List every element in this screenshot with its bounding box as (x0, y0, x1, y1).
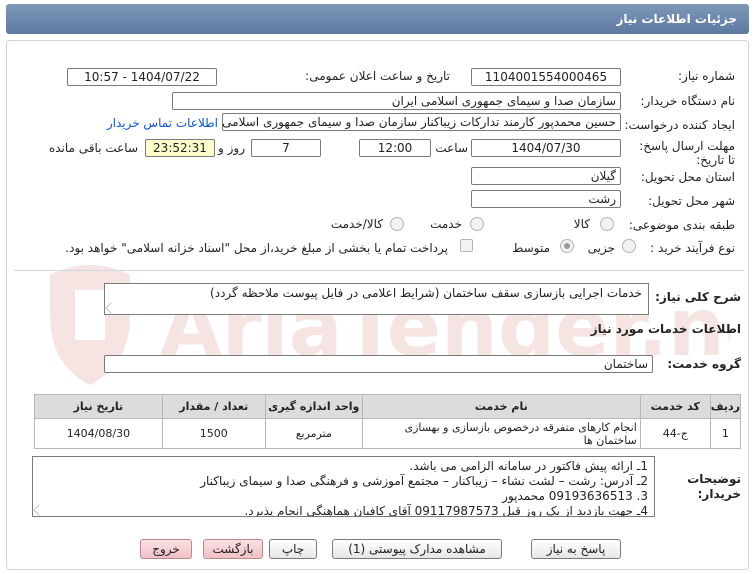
category-label: طبقه بندی موضوعی: (628, 218, 735, 232)
deadline-time-field: 12:00 (359, 139, 431, 157)
city-field: رشت (471, 190, 621, 208)
cell-need-date: 1404/08/30 (34, 418, 163, 449)
buyer-note-line: 4ـ جهت بازدید از یک روز قبل 09117987573 … (244, 504, 648, 517)
divider (14, 270, 744, 271)
buyer-org-field: سازمان صدا و سیمای جمهوری اسلامی ایران (172, 92, 621, 110)
buyer-notes-label: توضیحات خریدار: (687, 472, 741, 501)
deadline-time-label: ساعت (435, 141, 468, 155)
back-button[interactable]: بازگشت (203, 539, 263, 559)
days-field: 7 (251, 139, 321, 157)
treasury-checkbox[interactable] (460, 239, 473, 252)
creator-label: ایجاد کننده درخواست: (624, 118, 735, 132)
creator-field: حسین محمدپور کارمند تدارکات زیباکنار ساز… (222, 113, 621, 131)
process-radio-minor[interactable] (622, 239, 636, 253)
page-header: جزئیات اطلاعات نیاز (6, 4, 749, 34)
category-radio-goods-service[interactable] (390, 217, 404, 231)
category-option-goods-service: کالا/خدمت (330, 217, 383, 231)
col-row: ردیف (709, 394, 742, 419)
cell-quantity: 1500 (161, 418, 266, 449)
table-header-row: ردیف کد خدمت نام خدمت واحد اندازه گیری ت… (34, 394, 742, 419)
province-label: استان محل تحویل: (640, 170, 735, 184)
remaining-time-field: 23:52:31 (145, 139, 215, 157)
process-radio-medium[interactable] (560, 239, 574, 253)
description-textarea[interactable]: خدمات اجرایی بازسازی سقف ساختمان (شرایط … (104, 283, 649, 315)
buyer-notes-textarea[interactable]: 1ـ ارائه پیش فاکتور در سامانه الزامی می … (32, 456, 655, 517)
exit-button[interactable]: خروج (140, 539, 192, 559)
days-label: روز و (218, 141, 245, 155)
need-number-field: 1104001554000465 (471, 68, 621, 86)
category-radio-goods[interactable] (600, 217, 614, 231)
cell-row: 1 (709, 418, 742, 449)
service-group-field: ساختمان (104, 355, 653, 373)
resize-grip-icon[interactable] (105, 302, 117, 314)
category-option-goods: کالا (573, 217, 590, 231)
description-label: شرح کلی نیاز: (655, 290, 741, 304)
deadline-label: مهلت ارسال پاسخ: تا تاریخ: (639, 139, 735, 167)
buyer-note-line: 3. 09193636513 محمدپور (502, 489, 648, 503)
col-need-date: تاریخ نیاز (34, 394, 163, 419)
col-service-name: نام خدمت (361, 394, 641, 419)
buyer-org-label: نام دستگاه خریدار: (640, 94, 736, 108)
print-button[interactable]: چاپ (269, 539, 317, 559)
deadline-date-field: 1404/07/30 (471, 139, 621, 157)
announce-label: تاریخ و ساعت اعلان عمومی: (305, 69, 450, 83)
payment-note: پرداخت تمام یا بخشی از مبلغ خرید،از محل … (65, 241, 448, 255)
cell-service-code: ج-44 (639, 418, 711, 449)
announce-field: 1404/07/22 - 10:57 (67, 68, 217, 86)
process-label: نوع فرآیند خرید : (650, 241, 735, 255)
province-field: گیلان (471, 167, 621, 185)
process-option-minor: جزیی (587, 241, 615, 255)
services-table: ردیف کد خدمت نام خدمت واحد اندازه گیری ت… (34, 394, 742, 449)
category-radio-service[interactable] (470, 217, 484, 231)
buyer-contact-link[interactable]: اطلاعات تماس خریدار (107, 116, 218, 130)
buyer-note-line: 2ـ آدرس: رشت – لشت نشاء – زیباکنار – مجت… (200, 474, 648, 488)
attachments-button[interactable]: مشاهده مدارک پیوستی (1) (332, 539, 502, 559)
table-row: 1 ج-44 انجام کارهای متفرقه درخصوص بازساز… (34, 418, 742, 449)
process-option-medium: متوسط (512, 241, 550, 255)
need-number-label: شماره نیاز: (678, 69, 735, 83)
remaining-label: ساعت باقی مانده (48, 141, 138, 155)
service-group-label: گروه خدمت: (667, 357, 741, 371)
description-text: خدمات اجرایی بازسازی سقف ساختمان (شرایط … (210, 286, 642, 300)
cell-service-name: انجام کارهای متفرقه درخصوص بازسازی و بهس… (361, 418, 641, 449)
buyer-note-line: 1ـ ارائه پیش فاکتور در سامانه الزامی می … (409, 459, 648, 473)
col-quantity: تعداد / مقدار (161, 394, 266, 419)
col-service-code: کد خدمت (639, 394, 711, 419)
col-unit: واحد اندازه گیری (264, 394, 363, 419)
reply-button[interactable]: پاسخ به نیاز (531, 539, 621, 559)
cell-unit: مترمربع (264, 418, 363, 449)
category-option-service: خدمت (430, 217, 462, 231)
city-label: شهر محل تحویل: (648, 194, 735, 208)
services-section-title: اطلاعات خدمات مورد نیاز (590, 322, 741, 336)
page-title: جزئیات اطلاعات نیاز (616, 12, 737, 26)
